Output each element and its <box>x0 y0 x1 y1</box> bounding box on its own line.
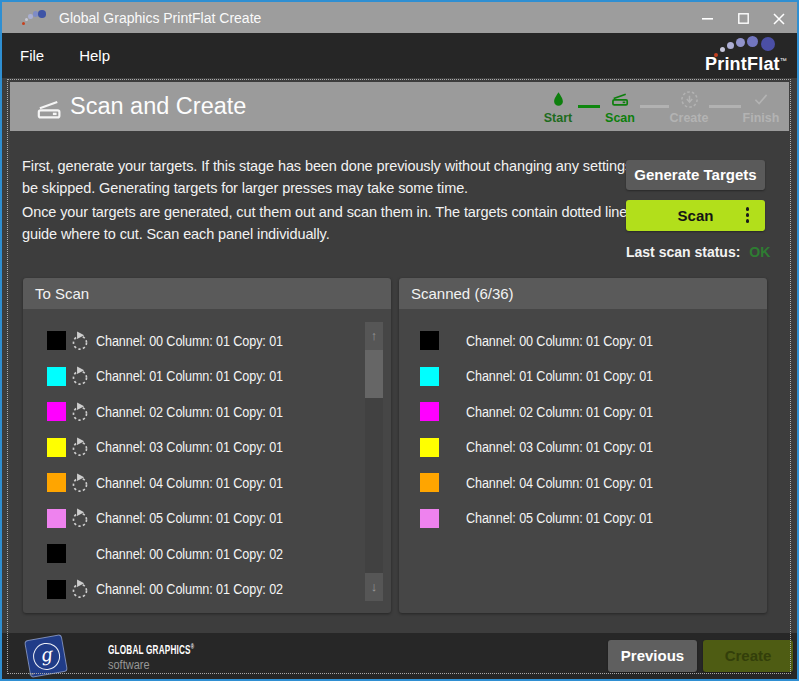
window-title: Global Graphics PrintFlat Create <box>59 10 261 26</box>
to-scan-header: To Scan <box>23 278 391 309</box>
scan-target-label: Channel: 00 Column: 01 Copy: 02 <box>96 546 283 562</box>
scroll-up-icon[interactable]: ↑ <box>365 322 383 350</box>
channel-color-swatch <box>47 402 66 421</box>
scanned-target-label: Channel: 04 Column: 01 Copy: 01 <box>466 475 653 491</box>
channel-color-swatch <box>47 509 66 528</box>
scanned-header: Scanned (6/36) <box>399 278 767 309</box>
to-scan-row[interactable]: Channel: 00 Column: 01 Copy: 02 <box>23 572 391 608</box>
main-area: Scan and Create Start <box>2 78 797 679</box>
scan-menu-kebab-icon[interactable] <box>746 207 750 223</box>
channel-color-swatch <box>420 438 439 457</box>
create-button[interactable]: Create <box>703 640 793 672</box>
pending-scan-icon <box>70 579 90 599</box>
scanned-row[interactable]: Channel: 01 Column: 01 Copy: 01 <box>399 359 767 395</box>
droplet-icon <box>551 91 566 108</box>
scanned-target-label: Channel: 01 Column: 01 Copy: 01 <box>466 368 653 384</box>
instruction-paragraph-1: First, generate your targets. If this st… <box>22 155 618 177</box>
last-scan-status: Last scan status: OK <box>626 244 765 260</box>
channel-color-swatch <box>47 438 66 457</box>
minimize-button[interactable] <box>689 2 725 33</box>
to-scan-row[interactable]: Channel: 00 Column: 01 Copy: 01 <box>23 323 391 359</box>
scanned-row[interactable]: Channel: 04 Column: 01 Copy: 01 <box>399 465 767 501</box>
step-finish: Finish <box>741 90 781 124</box>
channel-color-swatch <box>420 509 439 528</box>
previous-button[interactable]: Previous <box>608 640 697 672</box>
to-scan-row[interactable]: Channel: 01 Column: 01 Copy: 01 <box>23 359 391 395</box>
global-graphics-wordmark: GLOBAL GRAPHICS® software <box>108 640 245 671</box>
step-start: Start <box>538 90 578 124</box>
page-title: Scan and Create <box>70 93 246 120</box>
scan-target-label: Channel: 04 Column: 01 Copy: 01 <box>96 475 283 491</box>
scanned-target-label: Channel: 02 Column: 01 Copy: 01 <box>466 404 653 420</box>
generate-targets-button[interactable]: Generate Targets <box>626 160 765 190</box>
scan-target-label: Channel: 02 Column: 01 Copy: 01 <box>96 404 283 420</box>
status-ok-value: OK <box>749 244 770 260</box>
scan-step-icon <box>610 90 630 108</box>
instruction-paragraph-2: Once your targets are generated, cut the… <box>22 201 618 223</box>
pending-scan-icon <box>70 402 90 422</box>
scan-target-label: Channel: 05 Column: 01 Copy: 01 <box>96 510 283 526</box>
scanner-icon <box>36 96 62 122</box>
close-button[interactable] <box>761 2 797 33</box>
to-scan-list: Channel: 00 Column: 01 Copy: 01 <box>23 309 391 607</box>
menu-bar: File Help PrintFlat™ <box>2 33 797 78</box>
channel-color-swatch <box>47 331 66 350</box>
scrollbar-thumb[interactable] <box>365 350 383 398</box>
pending-scan-icon <box>70 366 90 386</box>
menu-help[interactable]: Help <box>79 47 110 64</box>
channel-color-swatch <box>47 544 66 563</box>
pending-scan-icon <box>70 473 90 493</box>
menu-file[interactable]: File <box>20 47 44 64</box>
to-scan-row[interactable]: Channel: 05 Column: 01 Copy: 01 <box>23 501 391 537</box>
printflat-logo: PrintFlat™ <box>700 36 788 76</box>
to-scan-row[interactable]: Channel: 02 Column: 01 Copy: 01 <box>23 394 391 430</box>
pending-scan-icon <box>70 331 90 351</box>
app-icon <box>22 9 46 27</box>
maximize-button[interactable] <box>725 2 761 33</box>
channel-color-swatch <box>47 473 66 492</box>
footer-bar: g ™ GLOBAL GRAPHICS® software Previous C… <box>2 633 797 679</box>
title-bar: Global Graphics PrintFlat Create <box>2 2 797 33</box>
wizard-stepper: Start Scan <box>538 82 781 131</box>
to-scan-row[interactable]: Channel: 00 Column: 01 Copy: 02 <box>23 536 391 572</box>
pending-scan-icon <box>70 508 90 528</box>
scan-button[interactable]: Scan <box>626 200 765 231</box>
channel-color-swatch <box>47 580 66 599</box>
channel-color-swatch <box>420 473 439 492</box>
scrollbar[interactable]: ↑ ↓ <box>365 322 383 601</box>
scan-target-label: Channel: 00 Column: 01 Copy: 02 <box>96 581 283 597</box>
scan-target-label: Channel: 03 Column: 01 Copy: 01 <box>96 439 283 455</box>
step-scan: Scan <box>600 90 640 124</box>
app-window: Global Graphics PrintFlat Create File He… <box>0 0 799 681</box>
scanned-target-label: Channel: 00 Column: 01 Copy: 01 <box>466 333 653 349</box>
instructions: First, generate your targets. If this st… <box>22 155 618 260</box>
channel-color-swatch <box>47 367 66 386</box>
scanned-panel: Scanned (6/36) Channel: 00 Column: 01 Co… <box>399 278 767 613</box>
scroll-down-icon[interactable]: ↓ <box>365 573 383 601</box>
to-scan-row[interactable]: Channel: 04 Column: 01 Copy: 01 <box>23 465 391 501</box>
scan-target-label: Channel: 00 Column: 01 Copy: 01 <box>96 333 283 349</box>
step-create: Create <box>669 90 709 124</box>
scanned-target-label: Channel: 03 Column: 01 Copy: 01 <box>466 439 653 455</box>
gg-trademark: ™ <box>28 672 34 678</box>
channel-color-swatch <box>420 402 439 421</box>
scanned-target-label: Channel: 05 Column: 01 Copy: 01 <box>466 510 653 526</box>
create-step-icon <box>680 90 699 109</box>
page-header: Scan and Create Start <box>10 82 789 131</box>
scanned-row[interactable]: Channel: 00 Column: 01 Copy: 01 <box>399 323 767 359</box>
to-scan-row[interactable]: Channel: 03 Column: 01 Copy: 01 <box>23 430 391 466</box>
scanned-row[interactable]: Channel: 05 Column: 01 Copy: 01 <box>399 501 767 537</box>
scanned-row[interactable]: Channel: 02 Column: 01 Copy: 01 <box>399 394 767 430</box>
to-scan-panel: To Scan Channel: 0 <box>23 278 391 613</box>
scanned-row[interactable]: Channel: 03 Column: 01 Copy: 01 <box>399 430 767 466</box>
scan-target-label: Channel: 01 Column: 01 Copy: 01 <box>96 368 283 384</box>
channel-color-swatch <box>420 331 439 350</box>
pending-scan-icon <box>70 437 90 457</box>
finish-check-icon <box>751 90 771 108</box>
scanned-list: Channel: 00 Column: 01 Copy: 01 Channel:… <box>399 309 767 536</box>
channel-color-swatch <box>420 367 439 386</box>
